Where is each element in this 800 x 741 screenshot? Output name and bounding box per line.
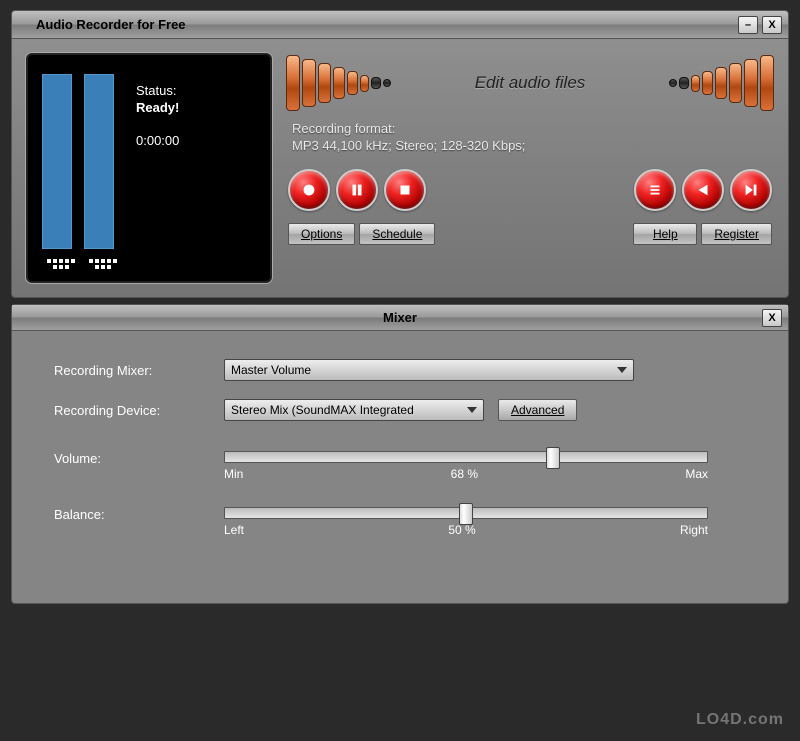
volume-slider-thumb[interactable] — [546, 447, 560, 469]
text-buttons-row: Options Schedule Help Register — [286, 223, 774, 245]
chevron-down-icon — [617, 367, 627, 373]
mixer-header: Mixer X — [12, 305, 788, 331]
transport-controls — [286, 169, 774, 211]
recording-device-value: Stereo Mix (SoundMAX Integrated — [231, 403, 414, 417]
recording-mixer-value: Master Volume — [231, 363, 311, 377]
mixer-title: Mixer — [383, 310, 417, 325]
controls-section: Edit audio files Recording format: MP3 4… — [286, 53, 774, 283]
status-value: Ready! — [136, 100, 179, 115]
volume-min-label: Min — [224, 467, 243, 481]
volume-label: Volume: — [54, 451, 224, 466]
meter-bars — [38, 65, 126, 271]
format-value: MP3 44,100 kHz; Stereo; 128-320 Kbps; — [292, 138, 774, 153]
playlist-button[interactable] — [634, 169, 676, 211]
help-button[interactable]: Help — [633, 223, 697, 245]
record-timer: 0:00:00 — [136, 133, 179, 148]
window-title: Audio Recorder for Free — [36, 17, 734, 32]
meter-bar-left — [42, 74, 72, 249]
format-block: Recording format: MP3 44,100 kHz; Stereo… — [292, 121, 774, 153]
skip-button[interactable] — [730, 169, 772, 211]
balance-slider-thumb[interactable] — [459, 503, 473, 525]
status-block: Status: Ready! 0:00:00 — [136, 65, 179, 271]
main-panel: Status: Ready! 0:00:00 Edit audio files — [11, 38, 789, 298]
balance-left-label: Left — [224, 523, 244, 537]
recording-device-label: Recording Device: — [54, 403, 224, 418]
balance-value-label: 50 % — [448, 523, 475, 537]
balance-label: Balance: — [54, 507, 224, 522]
titlebar: Audio Recorder for Free – X — [11, 10, 789, 38]
schedule-button[interactable]: Schedule — [359, 223, 435, 245]
volume-slider[interactable] — [224, 451, 708, 463]
edit-audio-link[interactable]: Edit audio files — [475, 73, 586, 93]
horn-right-icon — [669, 55, 774, 111]
minimize-button[interactable]: – — [738, 16, 758, 34]
close-button[interactable]: X — [762, 16, 782, 34]
register-button[interactable]: Register — [701, 223, 772, 245]
volume-max-label: Max — [685, 467, 708, 481]
advanced-button[interactable]: Advanced — [498, 399, 577, 421]
recording-device-select[interactable]: Stereo Mix (SoundMAX Integrated — [224, 399, 484, 421]
meter-bar-right — [84, 74, 114, 249]
recording-mixer-select[interactable]: Master Volume — [224, 359, 634, 381]
options-button[interactable]: Options — [288, 223, 355, 245]
watermark: LO4D.com — [696, 711, 784, 729]
recording-mixer-label: Recording Mixer: — [54, 363, 224, 378]
mixer-close-button[interactable]: X — [762, 309, 782, 327]
banner-row: Edit audio files — [286, 53, 774, 113]
volume-value-label: 68 % — [451, 467, 478, 481]
chevron-down-icon — [467, 407, 477, 413]
pause-button[interactable] — [336, 169, 378, 211]
horn-left-icon — [286, 55, 391, 111]
play-button[interactable] — [682, 169, 724, 211]
format-label: Recording format: — [292, 121, 774, 136]
mixer-panel: Mixer X Recording Mixer: Master Volume R… — [11, 304, 789, 604]
stop-button[interactable] — [384, 169, 426, 211]
balance-slider[interactable] — [224, 507, 708, 519]
balance-right-label: Right — [680, 523, 708, 537]
status-label: Status: — [136, 83, 179, 98]
record-button[interactable] — [288, 169, 330, 211]
level-meter: Status: Ready! 0:00:00 — [26, 53, 272, 283]
